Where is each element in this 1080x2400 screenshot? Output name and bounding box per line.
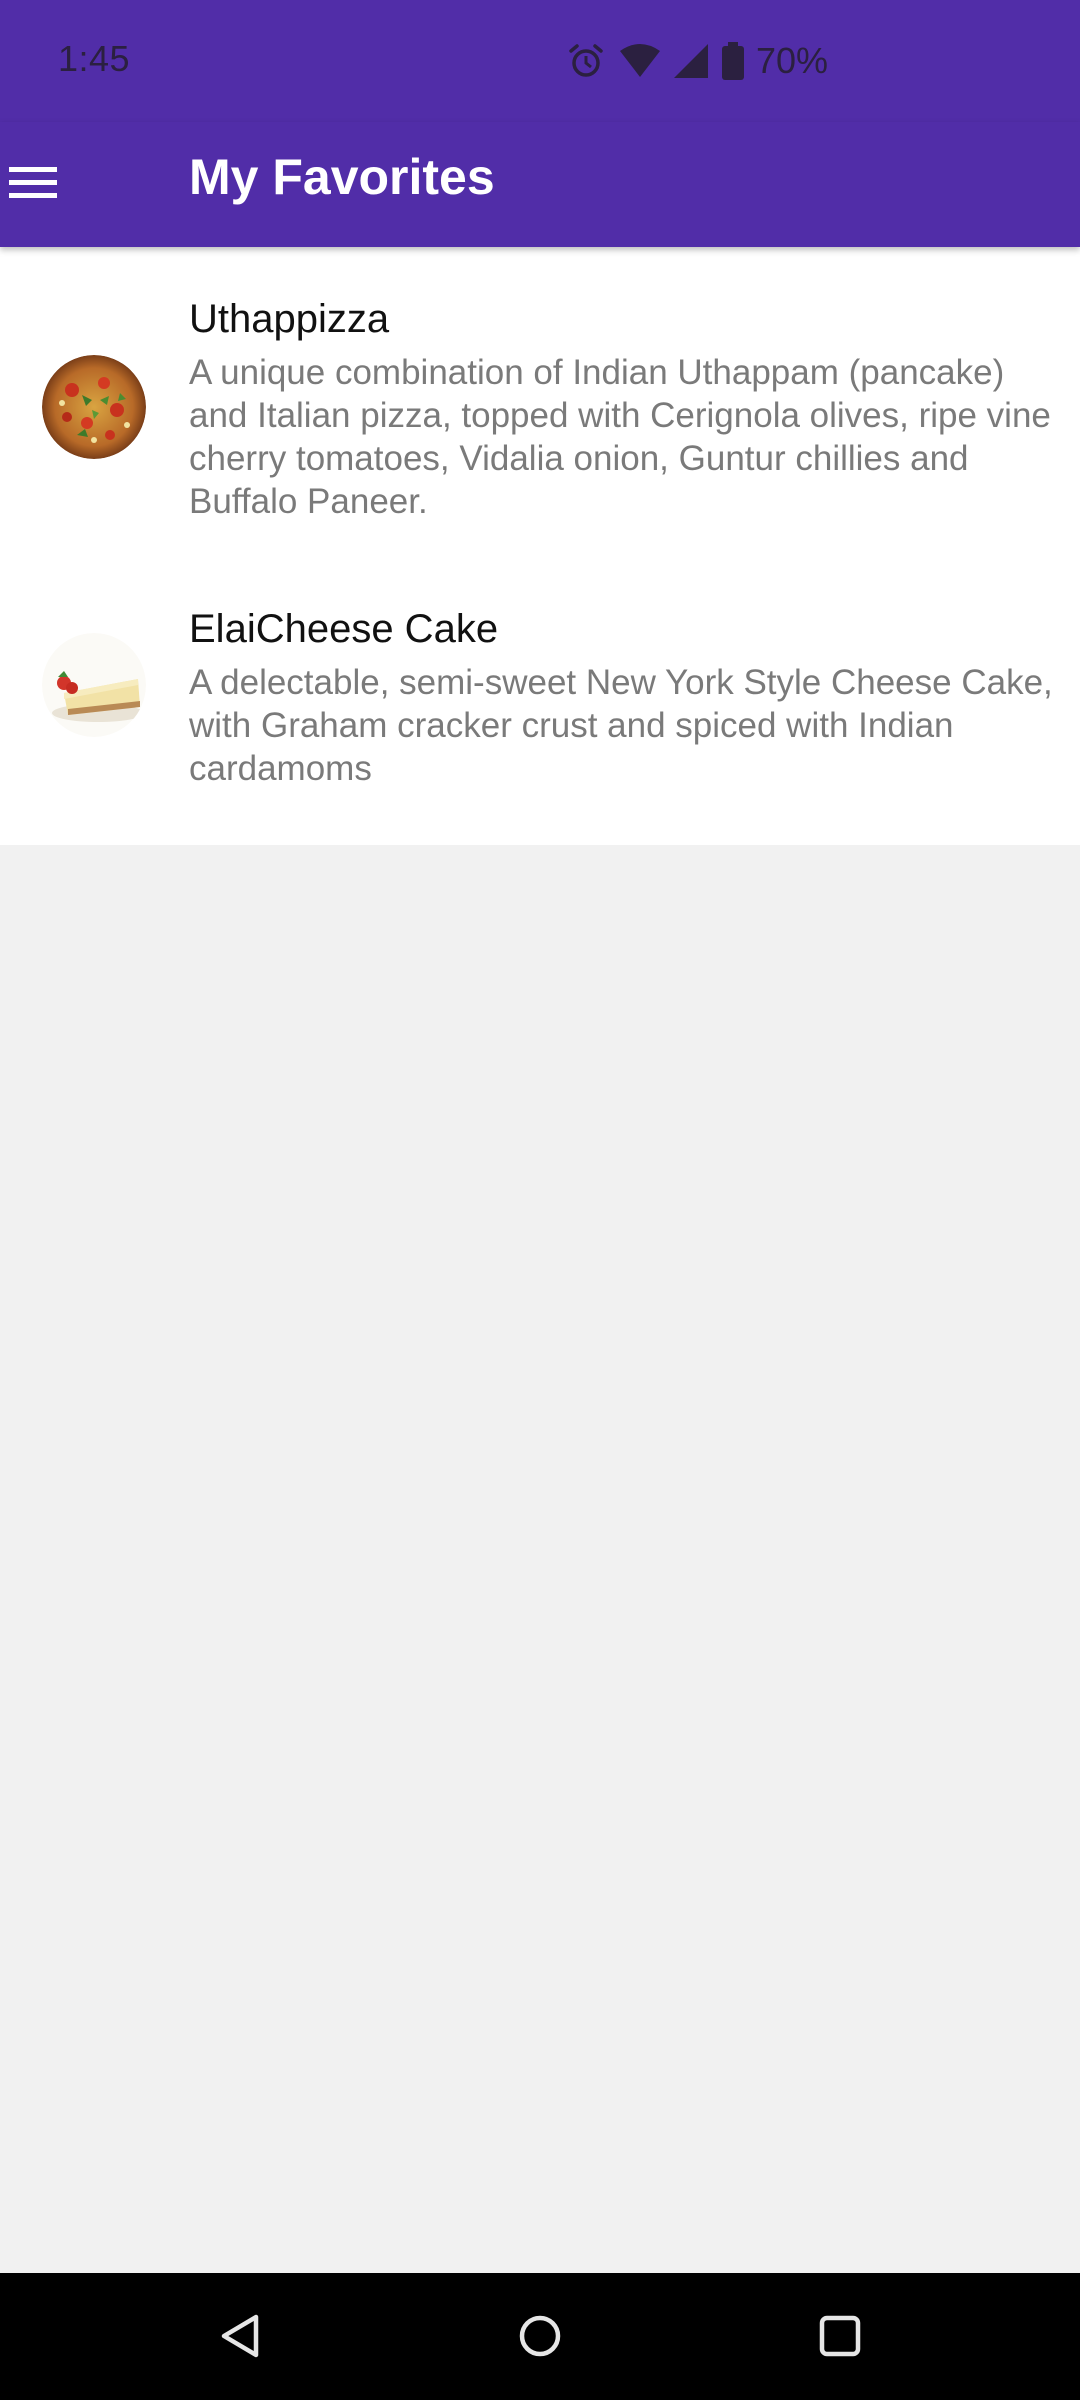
back-icon [218, 2313, 262, 2364]
page-title: My Favorites [189, 149, 495, 205]
status-bar: 1:45 70% [0, 0, 1080, 122]
item-title: Uthappizza [189, 297, 390, 341]
alarm-icon [566, 41, 606, 81]
home-button[interactable] [505, 2303, 575, 2373]
recents-icon [818, 2314, 862, 2363]
signal-icon [674, 44, 708, 78]
recents-button[interactable] [805, 2303, 875, 2373]
item-description: A delectable, semi-sweet New York Style … [189, 663, 1053, 788]
back-button[interactable] [205, 2303, 275, 2373]
item-title: ElaiCheese Cake [189, 607, 499, 651]
wifi-icon [620, 43, 660, 79]
battery-icon [722, 42, 744, 80]
home-icon [517, 2313, 563, 2364]
battery-percent: 70% [756, 40, 829, 81]
menu-button[interactable] [0, 142, 66, 228]
hamburger-menu-icon [9, 165, 57, 206]
list-item[interactable]: ElaiCheese Cake A delectable, semi-sweet… [0, 537, 1080, 845]
status-icons: 70% [566, 38, 828, 84]
status-time: 1:45 [58, 38, 131, 79]
favorites-list: Uthappizza A unique combination of India… [0, 247, 1080, 845]
cheesecake-image [42, 633, 146, 737]
list-item[interactable]: Uthappizza A unique combination of India… [0, 247, 1080, 537]
pizza-image [42, 355, 146, 459]
item-description: A unique combination of Indian Uthappam … [189, 353, 1051, 521]
navigation-bar [0, 2273, 1080, 2400]
app-bar: My Favorites [0, 122, 1080, 247]
